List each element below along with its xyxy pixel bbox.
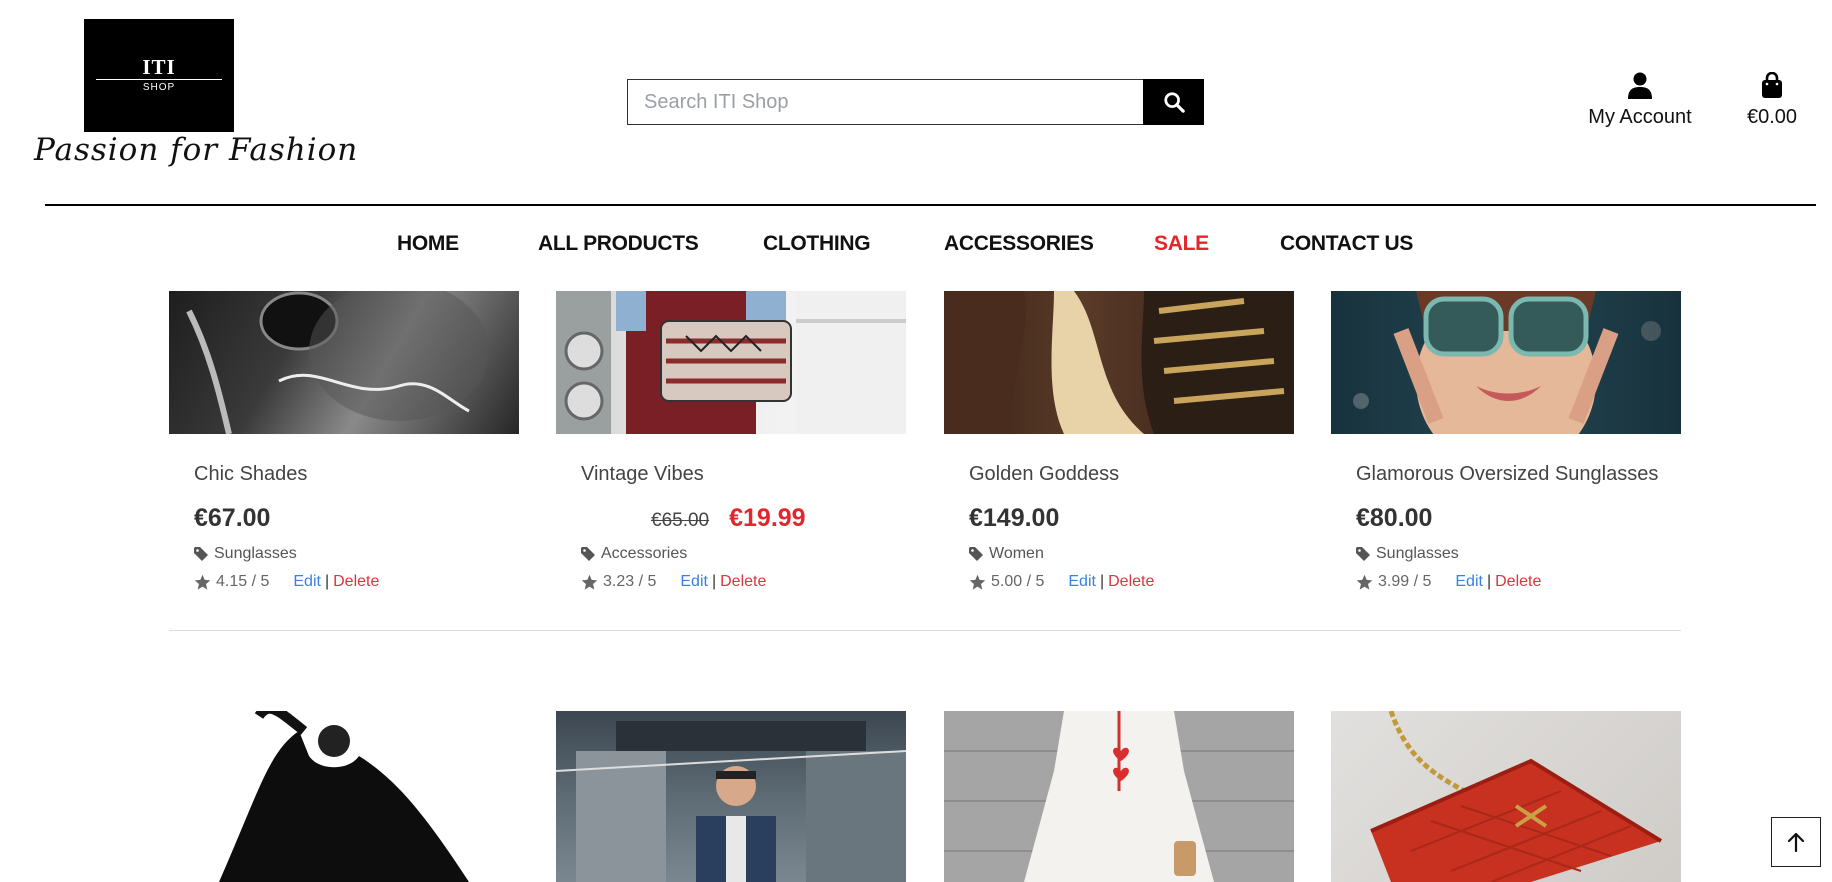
product-category[interactable]: Sunglasses xyxy=(194,545,514,563)
product-category[interactable]: Accessories xyxy=(581,545,901,563)
delete-link[interactable]: Delete xyxy=(333,573,379,591)
product-meta: 5.00 / 5 Edit | Delete xyxy=(969,573,1289,591)
header-divider xyxy=(45,204,1816,206)
search-icon xyxy=(1163,92,1185,113)
my-account-link[interactable]: My Account xyxy=(1580,72,1700,129)
link-separator: | xyxy=(324,573,330,590)
nav-home[interactable]: HOME xyxy=(397,232,459,256)
product-meta: 3.99 / 5 Edit | Delete xyxy=(1356,573,1676,591)
product-rating: 3.23 / 5 xyxy=(581,573,656,591)
product-name[interactable]: Golden Goddess xyxy=(969,463,1289,486)
tag-icon xyxy=(969,547,983,561)
product-image[interactable] xyxy=(556,711,906,882)
product-image-art xyxy=(944,291,1294,434)
product-rating: 4.15 / 5 xyxy=(194,573,269,591)
link-separator: | xyxy=(711,573,717,590)
product-rating-value: 3.23 / 5 xyxy=(603,573,657,590)
product-info: Chic Shades €67.00 Sunglasses 4.15 / 5 E… xyxy=(194,463,514,591)
sale-price: €19.99 xyxy=(729,504,806,532)
shopping-bag-icon xyxy=(1762,71,1782,98)
product-name[interactable]: Glamorous Oversized Sunglasses xyxy=(1356,463,1676,486)
nav-accessories[interactable]: ACCESSORIES xyxy=(944,232,1094,256)
product-image[interactable] xyxy=(169,291,519,434)
product-name[interactable]: Vintage Vibes xyxy=(581,463,901,486)
product-info: Golden Goddess €149.00 Women 5.00 / 5 Ed… xyxy=(969,463,1289,591)
product-image-art xyxy=(556,291,906,434)
logo[interactable]: ITI SHOP xyxy=(84,19,234,132)
product-price: €80.00 xyxy=(1356,504,1433,532)
product-price: €149.00 xyxy=(969,504,1060,532)
product-image-art xyxy=(219,711,469,882)
arrow-up-icon xyxy=(1787,832,1805,852)
product-category-label: Sunglasses xyxy=(1376,545,1459,562)
product-category-label: Sunglasses xyxy=(214,545,297,562)
product-image-art xyxy=(1370,711,1663,882)
edit-link[interactable]: Edit xyxy=(680,573,708,591)
search-input[interactable] xyxy=(627,79,1143,125)
product-category-label: Women xyxy=(989,545,1044,562)
star-icon xyxy=(1356,574,1373,590)
star-icon xyxy=(969,574,986,590)
cart-link[interactable]: €0.00 xyxy=(1736,71,1808,129)
search-button[interactable] xyxy=(1143,79,1204,125)
product-image[interactable] xyxy=(1331,711,1681,882)
product-category-label: Accessories xyxy=(601,545,688,562)
product-info: Vintage Vibes €65.00 €19.99 Accessories … xyxy=(581,463,901,591)
main-nav: HOME ALL PRODUCTS CLOTHING ACCESSORIES S… xyxy=(0,232,1832,260)
logo-divider xyxy=(96,79,222,80)
my-account-label: My Account xyxy=(1588,106,1692,128)
product-image[interactable] xyxy=(944,291,1294,434)
search-bar xyxy=(627,79,1204,125)
product-rating-value: 5.00 / 5 xyxy=(991,573,1045,590)
product-image-art xyxy=(556,721,906,882)
star-icon xyxy=(194,574,211,590)
product-image-art xyxy=(944,711,1294,882)
product-name[interactable]: Chic Shades xyxy=(194,463,514,486)
product-rating: 3.99 / 5 xyxy=(1356,573,1431,591)
product-rating-value: 3.99 / 5 xyxy=(1378,573,1432,590)
cart-total: €0.00 xyxy=(1746,106,1798,128)
edit-link[interactable]: Edit xyxy=(293,573,321,591)
link-separator: | xyxy=(1099,573,1105,590)
logo-text: ITI xyxy=(142,55,176,79)
product-image[interactable] xyxy=(169,711,519,882)
product-price: €65.00 €19.99 xyxy=(581,504,901,533)
delete-link[interactable]: Delete xyxy=(1108,573,1154,591)
nav-clothing[interactable]: CLOTHING xyxy=(763,232,871,256)
original-price: €65.00 xyxy=(651,510,710,531)
link-separator: | xyxy=(1486,573,1492,590)
edit-link[interactable]: Edit xyxy=(1068,573,1096,591)
product-image-art xyxy=(1353,291,1661,434)
nav-sale[interactable]: SALE xyxy=(1154,232,1209,256)
tag-icon xyxy=(194,547,208,561)
nav-contact-us[interactable]: CONTACT US xyxy=(1280,232,1413,256)
brand-tagline: Passion for Fashion xyxy=(34,132,359,168)
product-rating: 5.00 / 5 xyxy=(969,573,1044,591)
star-icon xyxy=(581,574,598,590)
delete-link[interactable]: Delete xyxy=(1495,573,1541,591)
tag-icon xyxy=(1356,547,1370,561)
product-meta: 4.15 / 5 Edit | Delete xyxy=(194,573,514,591)
product-meta: 3.23 / 5 Edit | Delete xyxy=(581,573,901,591)
product-image[interactable] xyxy=(944,711,1294,882)
product-price: €67.00 xyxy=(194,504,271,532)
logo-subtext: SHOP xyxy=(142,82,176,93)
edit-link[interactable]: Edit xyxy=(1455,573,1483,591)
user-icon xyxy=(1628,72,1652,99)
delete-link[interactable]: Delete xyxy=(720,573,766,591)
row-divider xyxy=(169,630,1681,631)
product-image[interactable] xyxy=(1331,291,1681,434)
product-rating-value: 4.15 / 5 xyxy=(216,573,270,590)
product-info: Glamorous Oversized Sunglasses €80.00 Su… xyxy=(1356,463,1676,591)
tag-icon xyxy=(581,547,595,561)
product-category[interactable]: Sunglasses xyxy=(1356,545,1676,563)
product-image-art xyxy=(186,291,489,434)
nav-all-products[interactable]: ALL PRODUCTS xyxy=(538,232,699,256)
product-category[interactable]: Women xyxy=(969,545,1289,563)
back-to-top-button[interactable] xyxy=(1771,817,1821,867)
product-image[interactable] xyxy=(556,291,906,434)
